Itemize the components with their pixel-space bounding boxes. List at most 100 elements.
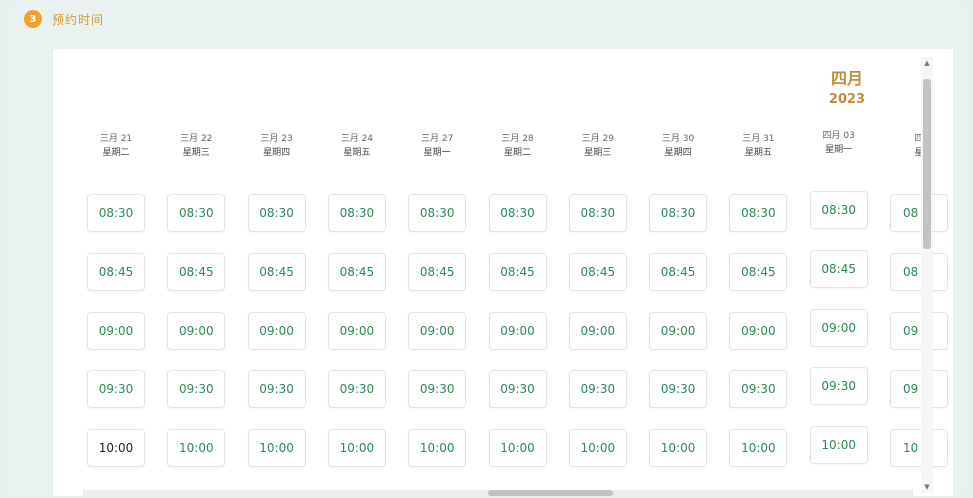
time-slot-button[interactable]: 10:00: [408, 429, 467, 467]
day-header: 四星: [879, 132, 953, 160]
time-slot-button[interactable]: 10:00: [87, 429, 145, 467]
day-date: 三月 31: [742, 134, 775, 144]
time-slot-button[interactable]: 08:45: [167, 253, 226, 291]
day-header: 三月 24 星期五: [317, 132, 397, 160]
day-date: 三月 24: [340, 134, 374, 144]
appointment-calendar: 四月 2023 三月 21 星期二 08:30 08:45 09:00 09:30 10:0…: [53, 49, 953, 496]
time-slot-button[interactable]: 08:45: [408, 253, 467, 291]
time-slot-button[interactable]: 10:00: [488, 429, 547, 467]
time-slot-button[interactable]: 09:00: [408, 312, 467, 350]
vertical-scrollbar[interactable]: ▲ ▼: [921, 57, 933, 493]
time-slot-button[interactable]: 08:45: [649, 253, 708, 291]
horizontal-scroll-thumb[interactable]: [488, 490, 613, 496]
time-slot-button[interactable]: 08:45: [87, 253, 145, 291]
vertical-scroll-thumb[interactable]: [923, 79, 931, 249]
time-slot-button[interactable]: 08:45: [247, 253, 306, 291]
time-slot-button[interactable]: 09:00: [327, 312, 386, 350]
time-slot-button[interactable]: 10:00: [729, 429, 788, 467]
day-header: 三月 30 星期四: [638, 132, 718, 160]
day-header: 三月 21 星期二: [76, 132, 156, 160]
day-column: 三月 27 星期一 08:30 08:45 09:00 09:30 10:00: [397, 49, 477, 496]
time-slot-button[interactable]: 09:00: [247, 312, 306, 350]
time-slot-button[interactable]: 09:30: [167, 370, 226, 408]
time-slot-button[interactable]: 09: [890, 312, 948, 350]
scroll-up-icon[interactable]: ▲: [921, 59, 933, 67]
time-slot-button[interactable]: 09:30: [327, 370, 386, 408]
day-header: 三月 27 星期一: [397, 132, 477, 160]
time-slot-button[interactable]: 09:30: [247, 370, 306, 408]
time-slot-button[interactable]: 09:30: [649, 370, 708, 408]
day-weekday: 星期五: [744, 148, 772, 158]
time-slot-button[interactable]: 08:30: [167, 194, 226, 232]
time-slot-button[interactable]: 09:30: [568, 370, 627, 408]
day-header: 三月 22 星期三: [156, 132, 236, 160]
time-slot-button[interactable]: 09:00: [729, 312, 788, 350]
time-slot-button[interactable]: 09:30: [408, 370, 467, 408]
time-slot-button[interactable]: 09:00: [809, 309, 868, 347]
time-slot-button[interactable]: 09:00: [167, 312, 226, 350]
day-header: 三月 29 星期三: [558, 132, 638, 160]
time-slot-button[interactable]: 09:00: [568, 312, 627, 350]
time-slot-button[interactable]: 09:30: [729, 370, 788, 408]
day-header: 三月 23 星期四: [237, 132, 317, 160]
time-slot-button[interactable]: 08:45: [729, 253, 788, 291]
day-column: 三月 22 星期三 08:30 08:45 09:00 09:30 10:00: [156, 49, 236, 496]
day-date: 三月 28: [501, 134, 534, 144]
time-slot-button[interactable]: 08:30: [729, 194, 788, 232]
day-date: 三月 23: [260, 134, 293, 144]
day-column: 三月 28 星期二 08:30 08:45 09:00 09:30 10:00: [478, 49, 558, 496]
day-weekday: 星期三: [584, 148, 612, 158]
time-slot-button[interactable]: 09:30: [488, 370, 547, 408]
time-slot-button[interactable]: 10:00: [167, 429, 226, 467]
time-slot-button[interactable]: 08: [890, 253, 948, 291]
day-date: 四: [914, 134, 924, 144]
time-slot-button[interactable]: 08:45: [327, 253, 386, 291]
time-slot-button[interactable]: 08:30: [568, 194, 627, 232]
day-weekday: 星期一: [423, 148, 451, 158]
day-header: 三月 28 星期二: [478, 132, 558, 160]
day-date: 三月 27: [421, 134, 454, 144]
time-slot-button[interactable]: 08:30: [809, 191, 868, 229]
scroll-down-icon[interactable]: ▼: [921, 483, 933, 491]
section-title: 预约时间: [52, 12, 105, 27]
horizontal-scrollbar[interactable]: [83, 490, 913, 496]
time-slot-button[interactable]: 09:30: [809, 367, 868, 405]
day-column: 三月 30 星期四 08:30 08:45 09:00 09:30 10:00: [638, 49, 718, 496]
time-slot-button[interactable]: 08:30: [649, 194, 708, 232]
time-slot-button[interactable]: 09:00: [649, 312, 708, 350]
time-slot-button[interactable]: 08:45: [809, 250, 868, 288]
section-header: 3 预约时间: [24, 10, 104, 28]
time-slot-button[interactable]: 08:30: [247, 194, 306, 232]
day-column: 四月 03 星期一 08:30 08:45 09:00 09:30 10:00: [799, 49, 879, 496]
day-weekday: 星期二: [503, 148, 531, 158]
day-weekday: 星期四: [664, 148, 692, 158]
time-slot-button[interactable]: 10:00: [649, 429, 708, 467]
time-slot-button[interactable]: 08: [890, 194, 948, 232]
time-slot-button[interactable]: 09:00: [488, 312, 547, 350]
time-slot-button[interactable]: 08:45: [488, 253, 547, 291]
time-slot-button[interactable]: 09:00: [87, 312, 145, 350]
page-card: 3 预约时间 四月 2023 三月 21 星期二 08:30 08:45 09:00 09…: [6, 2, 968, 496]
day-column: 三月 21 星期二 08:30 08:45 09:00 09:30 10:00: [76, 49, 156, 496]
time-slot-button[interactable]: 08:30: [488, 194, 547, 232]
time-slot-button[interactable]: 10:00: [568, 429, 627, 467]
day-date: 三月 22: [180, 134, 213, 144]
day-weekday: 星期二: [102, 148, 130, 158]
time-slot-button[interactable]: 08:30: [87, 194, 145, 232]
time-slot-button[interactable]: 10:00: [809, 426, 868, 464]
day-column: 四星 08 08 09 09 10: [879, 49, 953, 496]
day-column: 三月 23 星期四 08:30 08:45 09:00 09:30 10:00: [237, 49, 317, 496]
time-slot-button[interactable]: 09: [890, 370, 948, 408]
day-header: 三月 31 星期五: [718, 132, 798, 160]
time-slot-button[interactable]: 08:45: [568, 253, 627, 291]
time-slot-button[interactable]: 08:30: [408, 194, 467, 232]
time-slot-button[interactable]: 10: [890, 429, 948, 467]
day-date: 四月 03: [822, 131, 855, 141]
step-number-badge: 3: [24, 10, 42, 28]
time-slot-button[interactable]: 09:30: [87, 370, 145, 408]
time-slot-button[interactable]: 10:00: [247, 429, 306, 467]
time-slot-button[interactable]: 10:00: [327, 429, 386, 467]
time-slot-button[interactable]: 08:30: [327, 194, 386, 232]
day-weekday: 星期四: [263, 148, 291, 158]
day-date: 三月 29: [581, 134, 614, 144]
